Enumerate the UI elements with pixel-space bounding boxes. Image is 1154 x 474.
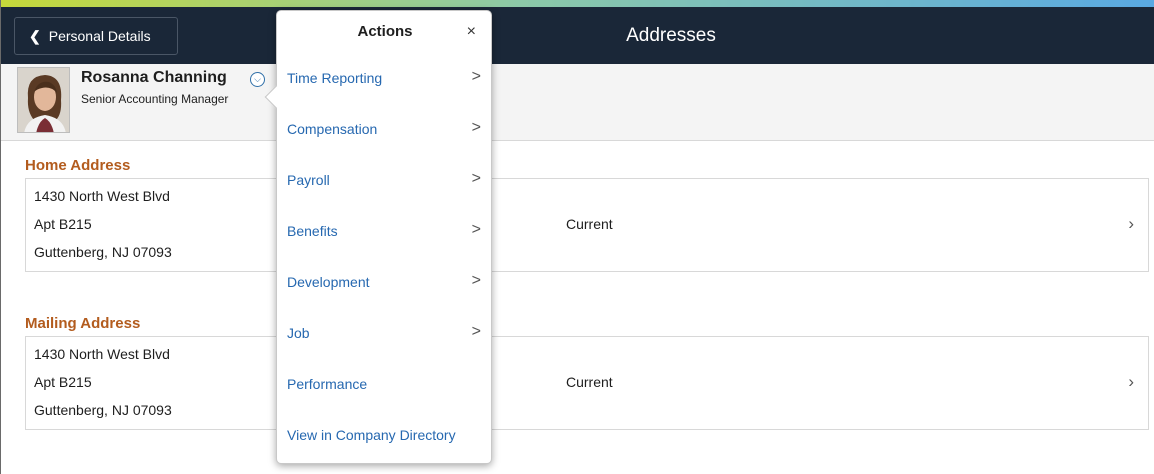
employee-job-title: Senior Accounting Manager — [81, 92, 229, 106]
chevron-right-icon: > — [471, 221, 481, 238]
address-status: Current — [566, 216, 613, 232]
home-address-title: Home Address — [25, 157, 131, 174]
home-address-row[interactable]: 1430 North West Blvd Apt B215 Guttenberg… — [25, 178, 1149, 272]
menu-item-label: Compensation — [287, 121, 378, 137]
menu-item-view-in-company-directory[interactable]: View in Company Directory — [277, 411, 491, 462]
address-line-3: Guttenberg, NJ 07093 — [34, 402, 172, 418]
employee-name: Rosanna Channing — [81, 69, 227, 86]
menu-item-payroll[interactable]: Payroll > — [277, 156, 491, 207]
page: ❮ Personal Details Addresses Rosanna Cha… — [0, 0, 1154, 474]
address-line-2: Apt B215 — [34, 374, 92, 390]
actions-popup-title: Actions — [357, 23, 413, 40]
actions-popup-header: Actions × — [277, 11, 491, 55]
menu-item-development[interactable]: Development > — [277, 258, 491, 309]
menu-item-job[interactable]: Job > — [277, 309, 491, 360]
chevron-right-icon: > — [471, 68, 481, 85]
menu-item-time-reporting[interactable]: Time Reporting > — [277, 54, 491, 105]
menu-item-performance[interactable]: Performance — [277, 360, 491, 411]
menu-item-compensation[interactable]: Compensation > — [277, 105, 491, 156]
mailing-address-title: Mailing Address — [25, 315, 141, 332]
menu-item-benefits[interactable]: Benefits > — [277, 207, 491, 258]
address-line-1: 1430 North West Blvd — [34, 346, 170, 362]
menu-item-label: Payroll — [287, 172, 330, 188]
address-line-1: 1430 North West Blvd — [34, 188, 170, 204]
address-status: Current — [566, 374, 613, 390]
page-header: ❮ Personal Details Addresses — [1, 7, 1154, 64]
chevron-right-icon: > — [471, 323, 481, 340]
actions-popup: Actions × Time Reporting > Compensation … — [264, 10, 492, 464]
chevron-right-icon: › — [1128, 372, 1134, 391]
employee-banner: Rosanna Channing ⌵ Senior Accounting Man… — [1, 64, 1154, 141]
menu-item-label: Benefits — [287, 223, 338, 239]
chevron-right-icon: > — [471, 119, 481, 136]
chevron-down-circle-icon[interactable]: ⌵ — [250, 72, 265, 87]
chevron-right-icon: > — [471, 272, 481, 289]
employee-photo — [17, 67, 70, 133]
top-accent-bar — [1, 0, 1154, 7]
address-line-2: Apt B215 — [34, 216, 92, 232]
menu-item-label: Development — [287, 274, 370, 290]
menu-item-label: Time Reporting — [287, 70, 383, 86]
page-title: Addresses — [626, 25, 716, 46]
mailing-address-row[interactable]: 1430 North West Blvd Apt B215 Guttenberg… — [25, 336, 1149, 430]
menu-item-label: View in Company Directory — [287, 427, 456, 443]
chevron-right-icon: > — [471, 170, 481, 187]
menu-item-label: Performance — [287, 376, 368, 392]
chevron-right-icon: › — [1128, 214, 1134, 233]
address-line-3: Guttenberg, NJ 07093 — [34, 244, 172, 260]
menu-item-label: Job — [287, 325, 310, 341]
close-icon[interactable]: × — [467, 23, 476, 41]
